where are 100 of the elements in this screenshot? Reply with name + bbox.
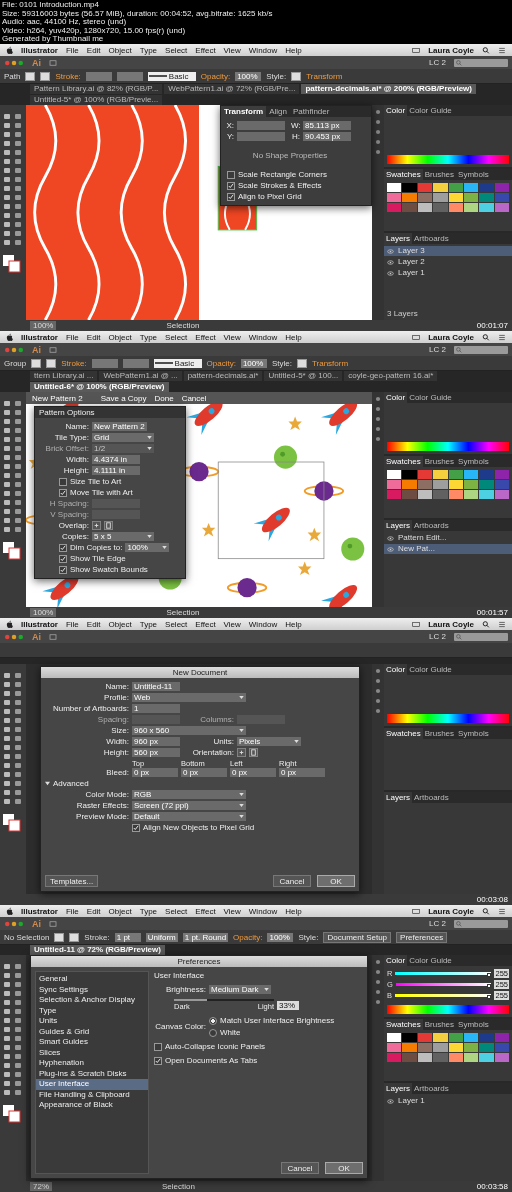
- panel-tab[interactable]: Color: [384, 392, 408, 403]
- control-button[interactable]: Document Setup: [323, 931, 392, 943]
- dialog-button[interactable]: Cancel: [273, 875, 311, 887]
- slider-thumb[interactable]: [487, 973, 492, 977]
- search-icon[interactable]: [482, 333, 490, 341]
- category-item[interactable]: Hyphenation: [36, 1058, 148, 1069]
- input-field[interactable]: 90.453 px: [303, 132, 351, 141]
- menu-item[interactable]: Edit: [86, 45, 101, 55]
- category-item[interactable]: Plug-ins & Scratch Disks: [36, 1068, 148, 1079]
- input-field[interactable]: Untitled-11: [132, 682, 180, 691]
- layout-icon[interactable]: [49, 59, 57, 66]
- color-spectrum[interactable]: [387, 714, 509, 723]
- document-tab[interactable]: WebPattern1.ai @ ...: [99, 371, 182, 381]
- dialog-button[interactable]: Cancel: [281, 1162, 319, 1174]
- panel-tab[interactable]: Brushes: [422, 456, 457, 467]
- dropdown[interactable]: Pixels: [237, 737, 301, 746]
- window-controls-icon[interactable]: [4, 633, 24, 640]
- eye-icon[interactable]: [387, 535, 394, 541]
- menu-item[interactable]: Effect: [195, 906, 216, 916]
- panel-tab[interactable]: Symbols: [456, 1019, 491, 1030]
- control-link[interactable]: Stroke:: [55, 71, 81, 81]
- menu-item[interactable]: File: [65, 332, 79, 342]
- stroke-profile-field[interactable]: Basic: [153, 358, 202, 368]
- input-field[interactable]: 0 px: [230, 768, 276, 777]
- window-controls-icon[interactable]: [4, 346, 24, 353]
- control-field[interactable]: 1 pt: [114, 932, 141, 942]
- checkbox[interactable]: [154, 1056, 162, 1065]
- radio-button[interactable]: [209, 1028, 217, 1037]
- panel-tab[interactable]: Artboards: [412, 233, 451, 244]
- menu-item[interactable]: Effect: [195, 619, 216, 629]
- input-field[interactable]: 0 px: [132, 768, 178, 777]
- menu-item[interactable]: Window: [248, 619, 278, 629]
- checkbox[interactable]: [227, 170, 235, 179]
- eye-icon[interactable]: [387, 270, 394, 276]
- panel-tab[interactable]: Symbols: [456, 728, 491, 739]
- control-field[interactable]: 100%: [240, 358, 267, 368]
- input-field[interactable]: 4.1111 in: [92, 466, 140, 475]
- menu-icon[interactable]: [498, 907, 506, 915]
- menu-icon[interactable]: [498, 46, 506, 54]
- zoom-field[interactable]: 100%: [30, 321, 57, 330]
- document-tab[interactable]: Pattern Library.ai @ 82% (RGB/P...: [30, 84, 163, 94]
- input-field[interactable]: 33%: [277, 1000, 299, 1010]
- channel-slider[interactable]: [395, 994, 492, 997]
- menu-item[interactable]: Select: [165, 619, 188, 629]
- color-swatch[interactable]: [46, 358, 57, 368]
- search-field[interactable]: [454, 919, 508, 928]
- display-icon[interactable]: [412, 333, 421, 341]
- option-icon[interactable]: [92, 521, 101, 530]
- panel-tab[interactable]: Color Guide: [407, 664, 454, 675]
- dropdown[interactable]: 960 x 560: [132, 726, 246, 735]
- dropdown[interactable]: Medium Dark: [209, 985, 271, 994]
- zoom-field[interactable]: 100%: [30, 608, 57, 617]
- menu-item[interactable]: Effect: [195, 45, 216, 55]
- color-swatch[interactable]: [291, 71, 302, 81]
- checkbox[interactable]: [59, 554, 67, 563]
- stroke-profile-field[interactable]: Basic: [147, 71, 196, 81]
- menu-icon[interactable]: [498, 333, 506, 341]
- category-item[interactable]: Slices: [36, 1047, 148, 1058]
- user-name[interactable]: Laura Coyle: [428, 906, 474, 916]
- menu-item[interactable]: Edit: [86, 906, 101, 916]
- panel-tab[interactable]: Swatches: [384, 169, 423, 180]
- user-name[interactable]: Laura Coyle: [428, 45, 474, 55]
- document-tab[interactable]: ttern Library.ai ...: [30, 371, 98, 381]
- category-item[interactable]: General: [36, 974, 148, 985]
- eye-icon[interactable]: [387, 259, 394, 265]
- workspace-switcher[interactable]: LC 2: [429, 919, 446, 928]
- control-button[interactable]: Preferences: [396, 931, 448, 943]
- panel-tab[interactable]: Transform: [221, 106, 267, 117]
- apple-icon[interactable]: [6, 46, 13, 54]
- control-link[interactable]: Opacity:: [206, 358, 236, 368]
- color-spectrum[interactable]: [387, 1005, 509, 1014]
- panel-tab[interactable]: Layers: [384, 520, 412, 531]
- pattern-action-button[interactable]: Save a Copy: [100, 393, 147, 403]
- control-field[interactable]: 100%: [235, 71, 262, 81]
- slider-thumb[interactable]: [487, 995, 492, 999]
- menu-item[interactable]: Help: [285, 332, 302, 342]
- menu-item[interactable]: Illustrator: [21, 906, 58, 916]
- panel-tab[interactable]: Color Guide: [407, 105, 454, 116]
- checkbox[interactable]: [59, 543, 67, 552]
- input-field[interactable]: [237, 121, 285, 130]
- checkbox[interactable]: [59, 488, 67, 497]
- menu-item[interactable]: Illustrator: [21, 45, 58, 55]
- menu-item[interactable]: Object: [108, 332, 132, 342]
- eye-icon[interactable]: [387, 1098, 394, 1104]
- menu-item[interactable]: File: [65, 906, 79, 916]
- swatch-grid[interactable]: [387, 183, 509, 212]
- dropdown[interactable]: 5 x 5: [92, 532, 154, 541]
- panel-tab[interactable]: Symbols: [456, 169, 491, 180]
- panel-tab[interactable]: Layers: [384, 1083, 412, 1094]
- category-item[interactable]: Sync Settings: [36, 984, 148, 995]
- document-tab[interactable]: WebPattern1.ai @ 72% (RGB/Pre...: [164, 84, 300, 94]
- layout-icon[interactable]: [49, 920, 57, 927]
- color-swatch[interactable]: [40, 71, 51, 81]
- display-icon[interactable]: [412, 46, 421, 54]
- menu-item[interactable]: View: [223, 619, 241, 629]
- panel-tab[interactable]: Align: [266, 106, 290, 117]
- channel-slider[interactable]: [395, 972, 492, 975]
- dropdown[interactable]: RGB: [132, 790, 246, 799]
- checkbox[interactable]: [132, 823, 140, 832]
- color-spectrum[interactable]: [387, 155, 509, 164]
